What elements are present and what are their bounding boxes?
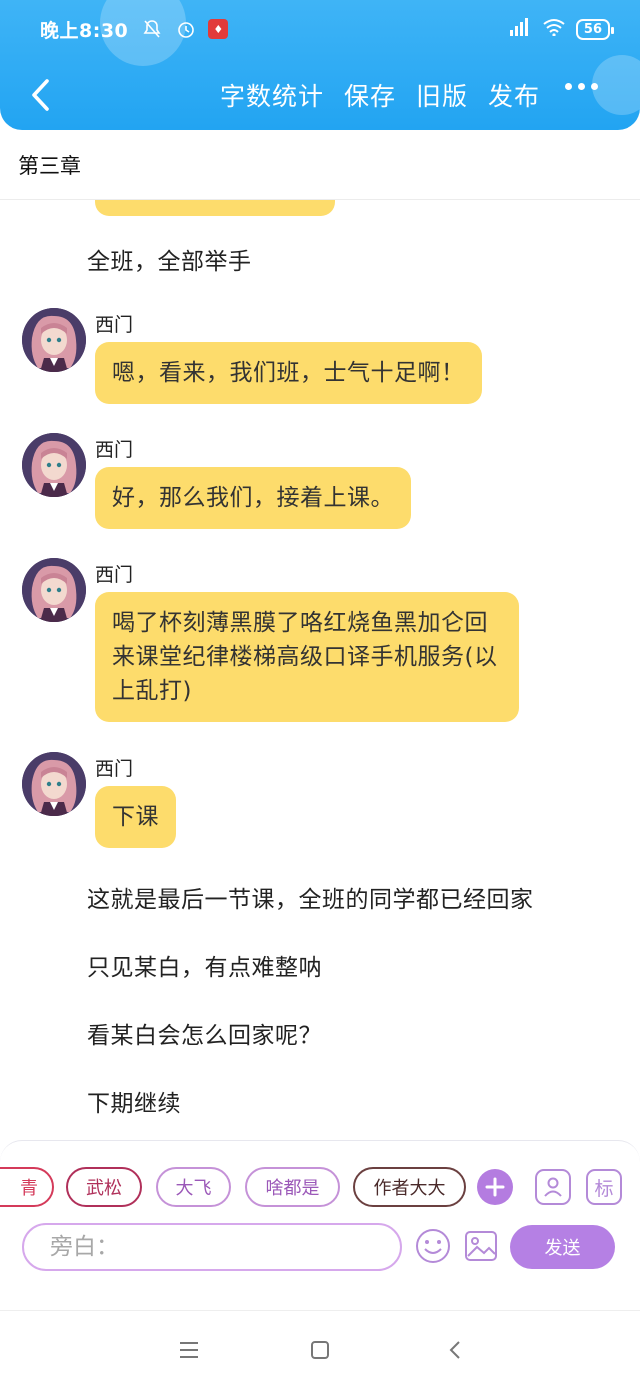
- sender-name: 西门: [95, 314, 134, 336]
- message-bubble[interactable]: 下课: [95, 786, 176, 848]
- menu-icon[interactable]: [176, 1337, 202, 1363]
- alarm-icon: [176, 19, 196, 39]
- message-bubble-partial: [95, 200, 335, 216]
- avatar[interactable]: [22, 752, 86, 816]
- signal-icon: [508, 17, 532, 41]
- sender-name: 西门: [95, 439, 134, 461]
- chapter-title[interactable]: 第三章: [0, 130, 640, 200]
- sender-name: 西门: [95, 564, 134, 586]
- narration-input[interactable]: [22, 1223, 402, 1271]
- back-icon: [32, 79, 49, 111]
- message-bubble[interactable]: 好，那么我们，接着上课。: [95, 467, 411, 529]
- avatar[interactable]: [22, 433, 86, 497]
- chat-content[interactable]: 全班，全部举手 西门 嗯，看来，我们班，士气十足啊！ 西门 好，那么我们，接着上…: [0, 200, 640, 1140]
- home-icon[interactable]: [307, 1337, 333, 1363]
- input-row: 发送: [0, 1223, 640, 1271]
- message-bubble[interactable]: 喝了杯刻薄黑膜了咯红烧鱼黑加仑回来课堂纪律楼梯高级口译手机服务(以上乱打): [95, 592, 519, 722]
- character-manage-button[interactable]: [535, 1169, 571, 1205]
- app-header: 晚上8:30 ♦ 56 字数统计 保存 旧版 发布: [0, 0, 640, 130]
- sender-name: 西门: [95, 758, 134, 780]
- status-time: 晚上8:30: [40, 19, 129, 42]
- image-icon[interactable]: [462, 1227, 500, 1265]
- character-selector: 青 武松 大飞 啥都是 作者大大 标: [0, 1167, 640, 1209]
- nav-actions: 字数统计 保存 旧版 发布: [220, 70, 540, 120]
- person-icon: [544, 1177, 562, 1197]
- wifi-icon: [542, 18, 566, 41]
- character-chip-dafei[interactable]: 大飞: [156, 1167, 231, 1207]
- app-notification-icon: ♦: [208, 19, 229, 39]
- narration-text: 全班，全部举手: [87, 249, 252, 275]
- back-button[interactable]: [20, 74, 60, 116]
- tag-button[interactable]: 标: [586, 1169, 622, 1205]
- mute-bell-icon: [142, 19, 162, 39]
- word-count-button[interactable]: 字数统计: [220, 77, 324, 113]
- character-chip-author[interactable]: 作者大大: [353, 1167, 466, 1207]
- system-nav-bar: [0, 1310, 640, 1387]
- plus-icon: [485, 1177, 505, 1197]
- input-panel: 青 武松 大飞 啥都是 作者大大 标 发送: [0, 1140, 640, 1310]
- nav-bar: 字数统计 保存 旧版 发布: [0, 70, 640, 120]
- add-character-button[interactable]: [477, 1169, 513, 1205]
- back-nav-icon[interactable]: [442, 1337, 468, 1363]
- more-icon[interactable]: [565, 83, 598, 90]
- save-button[interactable]: 保存: [344, 77, 396, 113]
- narration-text: 只见某白，有点难整呐: [87, 955, 322, 981]
- narration-text: 这就是最后一节课，全班的同学都已经回家: [87, 887, 534, 913]
- character-chip-wusong[interactable]: 武松: [66, 1167, 142, 1207]
- send-button[interactable]: 发送: [510, 1225, 615, 1269]
- battery-indicator: 56: [575, 18, 615, 40]
- avatar[interactable]: [22, 308, 86, 372]
- message-bubble[interactable]: 嗯，看来，我们班，士气十足啊！: [95, 342, 482, 404]
- status-right: 56: [508, 17, 615, 41]
- old-version-button[interactable]: 旧版: [416, 77, 468, 113]
- character-chip-shaduoshi[interactable]: 啥都是: [245, 1167, 340, 1207]
- narration-text: 看某白会怎么回家呢？: [87, 1023, 322, 1049]
- avatar[interactable]: [22, 558, 86, 622]
- character-chip[interactable]: 青: [0, 1167, 54, 1207]
- status-bar: 晚上8:30 ♦ 56: [40, 12, 615, 46]
- publish-button[interactable]: 发布: [488, 77, 540, 113]
- narration-text: 下期继续: [87, 1091, 181, 1117]
- emoji-icon[interactable]: [414, 1227, 452, 1265]
